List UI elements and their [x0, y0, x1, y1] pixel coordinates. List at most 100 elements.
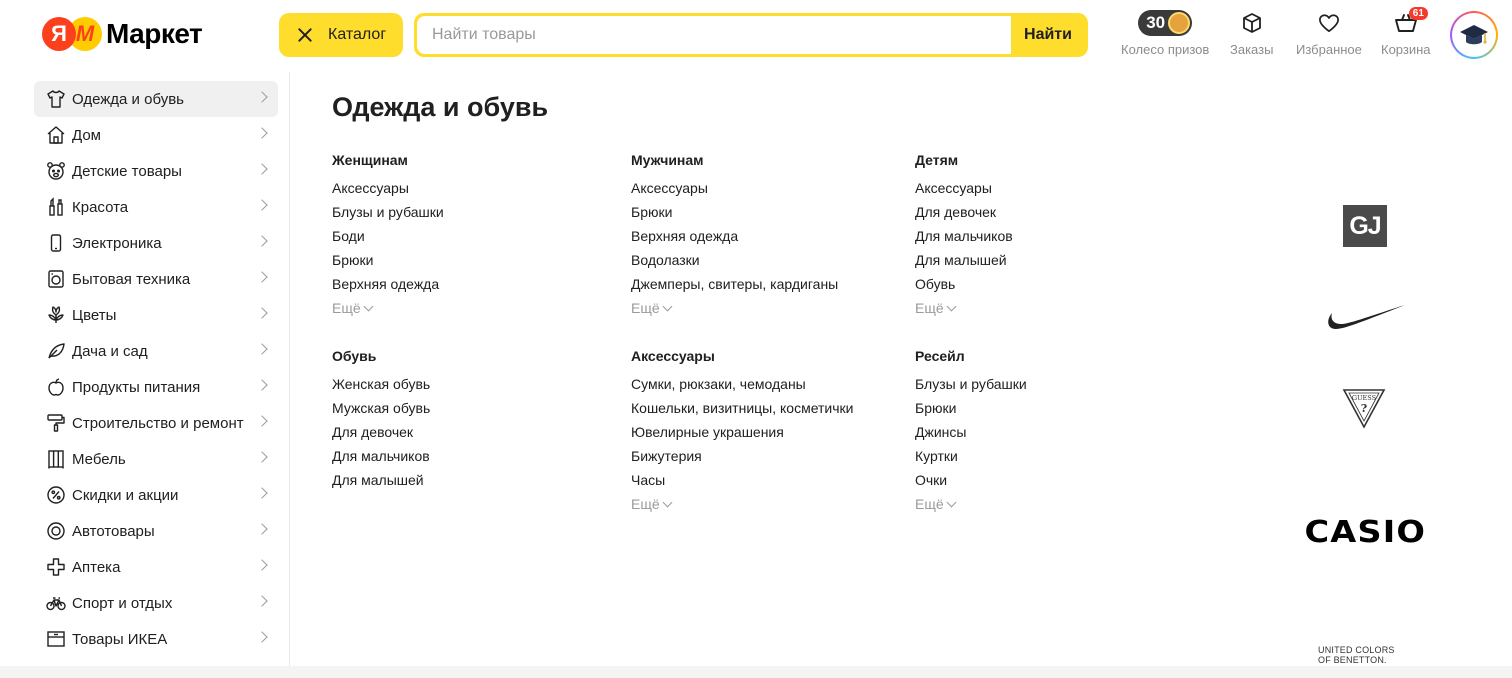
group-link[interactable]: Аксессуары	[915, 179, 1013, 197]
group-link[interactable]: Для малышей	[332, 471, 430, 489]
group-link[interactable]: Для мальчиков	[332, 447, 430, 465]
show-more-button[interactable]: Ещё	[631, 495, 854, 513]
category-group-accessories: Аксессуары Сумки, рюкзаки, чемоданы Коше…	[631, 347, 854, 513]
box-icon	[1241, 10, 1263, 36]
group-link[interactable]: Женская обувь	[332, 375, 430, 393]
sidebar-item-home[interactable]: Дом	[34, 117, 278, 153]
brand-logo-casio[interactable]: CASIO	[1298, 513, 1432, 551]
smartphone-icon	[46, 233, 66, 253]
group-link[interactable]: Аксессуары	[631, 179, 838, 197]
group-link[interactable]: Ювелирные украшения	[631, 423, 854, 441]
washing-machine-icon	[46, 269, 66, 289]
prize-wheel-link[interactable]: 30 Колесо призов	[1121, 10, 1209, 60]
group-link[interactable]: Мужская обувь	[332, 399, 430, 417]
group-link[interactable]: Куртки	[915, 447, 1027, 465]
cart-link[interactable]: 61 Корзина	[1381, 7, 1431, 60]
chevron-right-icon	[256, 379, 268, 391]
sidebar-item-food[interactable]: Продукты питания	[34, 369, 278, 405]
catalog-button[interactable]: Каталог	[279, 13, 403, 57]
chevron-right-icon	[256, 559, 268, 571]
brand-logo-nike[interactable]	[1322, 300, 1408, 336]
sidebar-item-discounts[interactable]: Скидки и акции	[34, 477, 278, 513]
sidebar-item-appliances[interactable]: Бытовая техника	[34, 261, 278, 297]
group-link[interactable]: Водолазки	[631, 251, 838, 269]
brand-logo-gj[interactable]: GJ	[1343, 205, 1387, 247]
sidebar-item-furniture[interactable]: Мебель	[34, 441, 278, 477]
group-link[interactable]: Сумки, рюкзаки, чемоданы	[631, 375, 854, 393]
sidebar-item-auto[interactable]: Автотовары	[34, 513, 278, 549]
brand-logo-guess[interactable]: GUESS ?	[1341, 387, 1387, 429]
group-title[interactable]: Женщинам	[332, 151, 444, 169]
sidebar-item-garden[interactable]: Дача и сад	[34, 333, 278, 369]
group-link[interactable]: Для малышей	[915, 251, 1013, 269]
casio-logo-text: CASIO	[1304, 514, 1426, 550]
group-link[interactable]: Обувь	[915, 275, 1013, 293]
group-link[interactable]: Боди	[332, 227, 444, 245]
group-link[interactable]: Для девочек	[915, 203, 1013, 221]
guess-triangle-icon: GUESS ?	[1342, 389, 1386, 429]
chevron-down-icon	[662, 497, 673, 507]
orders-label: Заказы	[1230, 42, 1274, 57]
chevron-right-icon	[256, 523, 268, 535]
cart-icon: 61	[1394, 7, 1428, 36]
sidebar-item-label: Электроника	[72, 234, 162, 252]
group-link[interactable]: Верхняя одежда	[631, 227, 838, 245]
group-link[interactable]: Аксессуары	[332, 179, 444, 197]
sidebar-item-label: Автотовары	[72, 522, 155, 540]
group-link[interactable]: Джемперы, свитеры, кардиганы	[631, 275, 838, 293]
prize-wheel-label: Колесо призов	[1121, 42, 1210, 57]
group-title[interactable]: Ресейл	[915, 347, 1027, 365]
yandex-market-logo[interactable]: Я M Маркет	[42, 17, 203, 51]
group-link[interactable]: Брюки	[631, 203, 838, 221]
group-title[interactable]: Детям	[915, 151, 1013, 169]
sidebar-item-sport[interactable]: Спорт и отдых	[34, 585, 278, 621]
sidebar-item-pharmacy[interactable]: Аптека	[34, 549, 278, 585]
benetton-line1: UNITED COLORS	[1318, 645, 1395, 655]
brand-logo-benetton[interactable]: UNITED COLORS OF BENETTON.	[1318, 644, 1412, 666]
group-link[interactable]: Блузы и рубашки	[915, 375, 1027, 393]
show-more-button[interactable]: Ещё	[915, 299, 1013, 317]
sidebar-item-clothes[interactable]: Одежда и обувь	[34, 81, 278, 117]
sidebar-item-label: Дом	[72, 126, 101, 144]
group-link[interactable]: Для мальчиков	[915, 227, 1013, 245]
group-link[interactable]: Очки	[915, 471, 1027, 489]
favorites-link[interactable]: Избранное	[1296, 10, 1362, 60]
sidebar-item-flowers[interactable]: Цветы	[34, 297, 278, 333]
sidebar-item-kids[interactable]: Детские товары	[34, 153, 278, 189]
catalog-button-label: Каталог	[328, 26, 387, 43]
group-link[interactable]: Джинсы	[915, 423, 1027, 441]
sidebar-item-electronics[interactable]: Электроника	[34, 225, 278, 261]
sidebar-item-label: Товары ИКЕА	[72, 630, 168, 648]
heart-icon	[1318, 10, 1340, 36]
nike-swoosh-icon	[1328, 305, 1405, 329]
show-more-button[interactable]: Ещё	[332, 299, 444, 317]
group-link[interactable]: Кошельки, визитницы, косметички	[631, 399, 854, 417]
box-icon	[46, 629, 66, 649]
orders-link[interactable]: Заказы	[1230, 10, 1273, 60]
group-link[interactable]: Блузы и рубашки	[332, 203, 444, 221]
group-title[interactable]: Обувь	[332, 347, 430, 365]
medical-cross-icon	[46, 557, 66, 577]
avatar[interactable]	[1450, 11, 1498, 59]
group-link[interactable]: Брюки	[915, 399, 1027, 417]
group-link[interactable]: Верхняя одежда	[332, 275, 444, 293]
show-more-button[interactable]: Ещё	[631, 299, 838, 317]
sidebar-item-construction[interactable]: Строительство и ремонт	[34, 405, 278, 441]
group-link[interactable]: Для девочек	[332, 423, 430, 441]
show-more-button[interactable]: Ещё	[915, 495, 1027, 513]
search-button[interactable]: Найти	[1011, 16, 1085, 54]
group-link[interactable]: Брюки	[332, 251, 444, 269]
svg-text:?: ?	[1361, 402, 1367, 415]
apple-icon	[46, 377, 66, 397]
group-link[interactable]: Бижутерия	[631, 447, 854, 465]
group-link[interactable]: Часы	[631, 471, 854, 489]
sidebar-item-label: Детские товары	[72, 162, 182, 180]
sidebar-item-ikea[interactable]: Товары ИКЕА	[34, 621, 278, 657]
group-title[interactable]: Мужчинам	[631, 151, 838, 169]
sidebar-item-beauty[interactable]: Красота	[34, 189, 278, 225]
chevron-right-icon	[256, 343, 268, 355]
search-input[interactable]	[417, 16, 1011, 54]
tire-icon	[46, 521, 66, 541]
cosmetics-icon	[46, 197, 66, 217]
group-title[interactable]: Аксессуары	[631, 347, 854, 365]
